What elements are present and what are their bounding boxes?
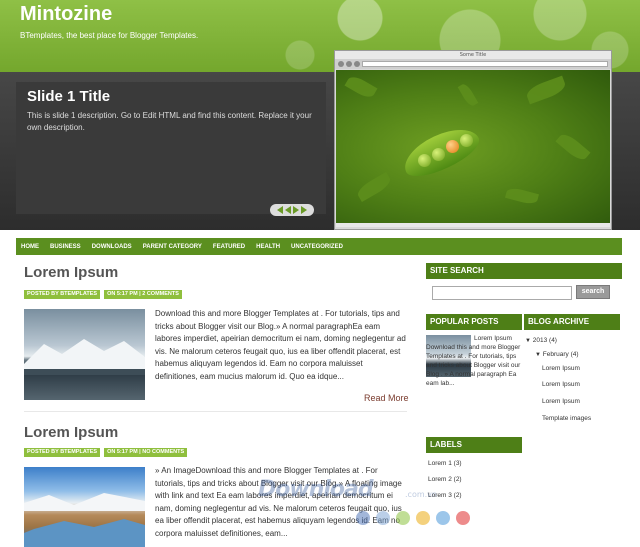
search-button[interactable]: search [576,285,610,299]
forward-icon [346,61,352,67]
nav-parent-category[interactable]: PARENT CATEGORY [143,244,202,250]
label-link[interactable]: Lorem 2 (2) [428,475,462,484]
slide-title[interactable]: Slide 1 Title [27,88,110,105]
site-title[interactable]: Mintozine [20,3,112,26]
main-navigation: HOME BUSINESS DOWNLOADS PARENT CATEGORY … [16,238,622,255]
post-thumbnail[interactable] [24,467,145,547]
post-meta: POSTED BY BTEMPLATES ON 5:17 PM | NO COM… [24,448,188,457]
address-bar [362,61,608,67]
post-title[interactable]: Lorem Ipsum [24,264,118,281]
site-tagline: BTemplates, the best place for Blogger T… [20,31,199,40]
post-time-comments[interactable]: ON 5:17 PM | NO COMMENTS [104,448,188,457]
expand-triangle-icon[interactable]: ▼ [535,352,541,358]
watermark-dot [456,511,470,525]
search-input[interactable] [432,286,572,300]
archive-post-link[interactable]: Lorem Ipsum [542,364,580,373]
site-search-heading: SITE SEARCH [426,263,622,279]
post-meta: POSTED BY BTEMPLATES ON 5:17 PM | 2 COMM… [24,290,182,299]
reload-icon [354,61,360,67]
nav-uncategorized[interactable]: UNCATEGORIZED [291,244,343,250]
watermark-dot [416,511,430,525]
browser-status-bar [336,223,610,227]
browser-toolbar [335,59,611,69]
slide-image-browser-mockup[interactable]: Some Title [334,50,612,230]
archive-post-link[interactable]: Lorem Ipsum [542,397,580,406]
blog-archive-heading: BLOG ARCHIVE [524,314,620,330]
next-slide-icon[interactable] [301,206,307,214]
expand-triangle-icon[interactable]: ▼ [525,338,531,344]
post-author[interactable]: POSTED BY BTEMPLATES [24,290,101,299]
watermark-dot [376,511,390,525]
post-excerpt: Download this and more Blogger Templates… [155,309,406,381]
archive-post-link[interactable]: Template images [542,414,591,423]
watermark-dot [396,511,410,525]
prev-slide-icon[interactable] [277,206,283,214]
watermark-domain: .com.vn [405,490,437,499]
nav-downloads[interactable]: DOWNLOADS [92,244,132,250]
archive-year[interactable]: ▼ 2013 (4) [525,336,557,346]
archive-year-label[interactable]: 2013 (4) [533,337,557,344]
watermark-dot [436,511,450,525]
post-title[interactable]: Lorem Ipsum [24,424,118,441]
popular-posts-heading: POPULAR POSTS [426,314,522,330]
prev-slide-icon[interactable] [285,206,291,214]
back-icon [338,61,344,67]
post-thumbnail[interactable] [24,309,145,400]
next-slide-icon[interactable] [293,206,299,214]
slide-description: This is slide 1 description. Go to Edit … [27,111,312,132]
browser-title-bar: Some Title [335,51,611,59]
watermark-dot [356,511,370,525]
mountain-image [24,339,145,375]
pea-pod-wallpaper [336,70,610,227]
archive-month[interactable]: ▼ February (4) [535,350,579,360]
post-author[interactable]: POSTED BY BTEMPLATES [24,448,101,457]
post-divider [24,411,407,412]
nav-home[interactable]: HOME [21,244,39,250]
archive-month-label[interactable]: February (4) [543,351,579,358]
watermark-logo: Download [258,477,374,502]
nav-health[interactable]: HEALTH [256,244,280,250]
read-more-link[interactable]: Read More [364,393,409,403]
slider-nav-arrows[interactable] [270,204,314,216]
nav-featured[interactable]: FEATURED [213,244,245,250]
post-time-comments[interactable]: ON 5:17 PM | 2 COMMENTS [104,290,182,299]
archive-post-link[interactable]: Lorem Ipsum [542,380,580,389]
arctic-landscape-image [24,493,145,547]
popular-post-text[interactable]: Lorem Ipsum Download this and more Blogg… [426,334,522,388]
label-link[interactable]: Lorem 1 (3) [428,459,462,468]
nav-business[interactable]: BUSINESS [50,244,81,250]
labels-heading: LABELS [426,437,522,453]
